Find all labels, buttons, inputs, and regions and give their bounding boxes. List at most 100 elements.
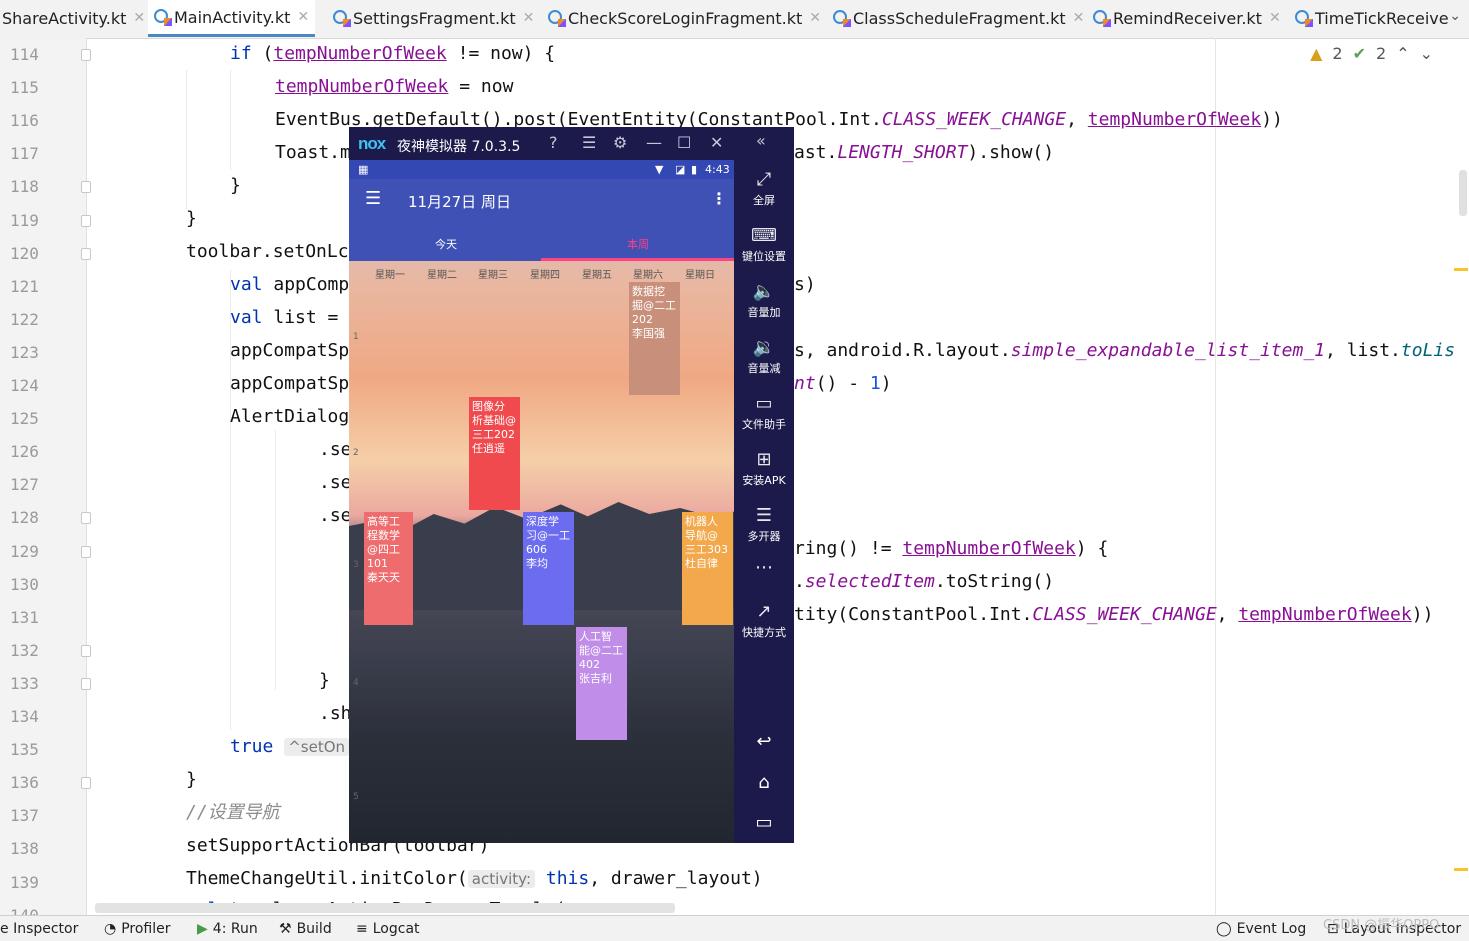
fold-marker-icon[interactable] <box>81 677 91 690</box>
menu-icon[interactable]: ☰ <box>582 133 596 152</box>
tool-database-inspector[interactable]: e Inspector <box>0 921 78 937</box>
close-icon[interactable]: ✕ <box>1269 10 1281 26</box>
chevron-down-icon[interactable]: ⌄ <box>1449 8 1461 24</box>
fold-marker-icon[interactable] <box>81 214 91 227</box>
tab-share-activity[interactable]: ShareActivity.kt ✕ <box>2 0 145 36</box>
course-card[interactable]: 图像分 析基础@ 三工202 任逍遥 <box>469 397 520 510</box>
sidebar-item-shortcut[interactable]: ↗ 快捷方式 <box>734 601 794 640</box>
tab-time-tick-receiver[interactable]: TimeTickReceive <box>1295 0 1449 36</box>
nox-emulator-window[interactable]: nox 夜神模拟器 7.0.3.5 ? ☰ ⚙ — ☐ ✕ « ⤢ 全屏 ⌨ 键位设… <box>349 127 794 843</box>
tool-logcat[interactable]: ≡ Logcat <box>356 921 420 937</box>
inspections-widget[interactable]: ▲ 2 ✔ 2 ⌃ ⌄ <box>1310 44 1433 63</box>
sidebar-item-file-helper[interactable]: ▭ 文件助手 <box>734 393 794 432</box>
fold-marker-icon[interactable] <box>81 644 91 657</box>
close-icon[interactable]: ✕ <box>133 10 145 26</box>
android-screen[interactable]: ▦ ▼ ◪ ▮ 4:43 ☰ 11月27日 周日 ⋮ 今天 本周 星期一 星期二… <box>349 160 734 843</box>
code-line-124-left[interactable]: appCompatSp <box>230 373 349 395</box>
tab-remind-receiver[interactable]: RemindReceiver.kt ✕ <box>1093 0 1281 36</box>
code-line-121-right[interactable]: s) <box>794 274 816 296</box>
code-line-129[interactable]: ring() != tempNumberOfWeek) { <box>794 538 1108 560</box>
home-icon[interactable]: ⌂ <box>734 772 794 793</box>
code-line-135[interactable]: true ^setOn <box>230 736 350 758</box>
vertical-scrollbar-thumb[interactable] <box>1459 170 1467 216</box>
recent-apps-icon[interactable]: ▭ <box>734 812 794 833</box>
sidebar-item-more[interactable]: ⋯ <box>734 557 794 580</box>
help-icon[interactable]: ? <box>549 133 558 152</box>
sidebar-item-volume-up[interactable]: 🔈 音量加 <box>734 281 794 320</box>
period-number: 1 <box>353 332 359 342</box>
fold-marker-icon[interactable] <box>81 512 91 525</box>
horizontal-scrollbar-thumb[interactable] <box>95 903 675 913</box>
code-line-115[interactable]: tempNumberOfWeek = now <box>275 76 513 98</box>
line-number: 134 <box>10 707 39 726</box>
maximize-icon[interactable]: ☐ <box>677 133 691 152</box>
code-line-139[interactable]: ThemeChangeUtil.initColor(activity: this… <box>186 868 763 890</box>
course-card[interactable]: 人工智 能@二工 402 张吉利 <box>576 627 627 740</box>
tab-settings-fragment[interactable]: SettingsFragment.kt ✕ <box>333 0 534 36</box>
tab-today[interactable]: 今天 <box>435 236 457 252</box>
code-line-130[interactable]: .selectedItem.toString() <box>794 571 1054 593</box>
code-line-133[interactable]: } <box>319 670 330 692</box>
tool-event-log[interactable]: ◯ Event Log <box>1216 921 1306 937</box>
code-line-119[interactable]: } <box>186 208 197 230</box>
tab-class-schedule-fragment[interactable]: ClassScheduleFragment.kt ✕ <box>833 0 1084 36</box>
minimize-icon[interactable]: — <box>646 133 662 152</box>
code-line-121-left[interactable]: val appComp <box>230 274 349 296</box>
fold-marker-icon[interactable] <box>81 777 91 790</box>
kotlin-file-icon <box>1295 10 1313 27</box>
code-line-126[interactable]: .se <box>319 439 352 461</box>
tool-build[interactable]: ⚒ Build <box>279 921 332 937</box>
code-line-128[interactable]: .se <box>319 505 352 527</box>
course-card[interactable]: 机器人 导航@ 三工303 杜自律 <box>682 512 733 625</box>
fold-marker-icon[interactable] <box>81 247 91 260</box>
sidebar-item-multi-open[interactable]: ☰ 多开器 <box>734 505 794 544</box>
chevron-down-icon[interactable]: ⌄ <box>1420 44 1433 63</box>
code-line-123-left[interactable]: appCompatSp <box>230 340 349 362</box>
tab-this-week[interactable]: 本周 <box>627 236 649 252</box>
tab-main-activity[interactable]: MainActivity.kt ✕ <box>148 0 316 37</box>
course-card[interactable]: 数据挖 掘@二工 202 李国强 <box>629 282 680 395</box>
code-line-134[interactable]: .sh <box>319 703 352 725</box>
fold-marker-icon[interactable] <box>81 181 91 194</box>
code-line-136[interactable]: } <box>186 769 197 791</box>
sidebar-item-volume-down[interactable]: 🔉 音量减 <box>734 337 794 376</box>
close-icon[interactable]: ✕ <box>809 10 821 26</box>
gear-icon[interactable]: ⚙ <box>613 133 627 152</box>
hamburger-menu-icon[interactable]: ☰ <box>365 188 381 209</box>
fold-marker-icon[interactable] <box>81 545 91 558</box>
back-icon[interactable]: ↩ <box>734 731 794 752</box>
code-line-137[interactable]: //设置导航 <box>186 802 280 824</box>
close-icon[interactable]: ✕ <box>297 9 309 25</box>
close-icon[interactable]: ✕ <box>1073 10 1085 26</box>
warning-stripe-marker[interactable] <box>1454 868 1468 871</box>
sidebar-item-fullscreen[interactable]: ⤢ 全屏 <box>734 169 794 208</box>
sidebar-item-install-apk[interactable]: ⊞ 安装APK <box>734 449 794 488</box>
code-line-117-left[interactable]: Toast.m <box>275 142 351 164</box>
fold-marker-icon[interactable] <box>81 49 91 61</box>
code-line-118[interactable]: } <box>230 175 241 197</box>
close-icon[interactable]: ✕ <box>523 10 535 26</box>
weekday-label: 星期一 <box>375 270 405 281</box>
warning-stripe-marker[interactable] <box>1454 268 1468 271</box>
line-number: 121 <box>10 276 39 296</box>
chevron-up-icon[interactable]: ⌃ <box>1396 44 1409 63</box>
code-line-117-right[interactable]: ast.LENGTH_SHORT).show() <box>794 142 1054 164</box>
code-line-131[interactable]: tity(ConstantPool.Int.CLASS_WEEK_CHANGE,… <box>794 604 1433 626</box>
tab-check-score-login-fragment[interactable]: CheckScoreLoginFragment.kt ✕ <box>548 0 821 36</box>
code-line-120[interactable]: toolbar.setOnLc <box>186 241 349 263</box>
collapse-sidebar-icon[interactable]: « <box>756 131 766 150</box>
overflow-menu-icon[interactable]: ⋮ <box>711 189 727 208</box>
code-line-124-right[interactable]: nt() - 1) <box>794 373 892 395</box>
code-line-125[interactable]: AlertDialog <box>230 406 349 428</box>
close-icon[interactable]: ✕ <box>710 133 723 152</box>
code-line-127[interactable]: .se <box>319 472 352 494</box>
code-line-114[interactable]: if (tempNumberOfWeek != now) { <box>230 43 555 65</box>
code-line-122[interactable]: val list = <box>230 307 338 329</box>
tool-profiler[interactable]: ◔ Profiler <box>104 921 171 937</box>
course-card[interactable]: 深度学 习@一工 606 李均 <box>523 512 574 625</box>
sidebar-item-keymap[interactable]: ⌨ 键位设置 <box>734 225 794 264</box>
code-line-123-right[interactable]: s, android.R.layout.simple_expandable_li… <box>794 340 1455 362</box>
tool-run[interactable]: ▶ 4: Run <box>197 921 258 937</box>
course-card[interactable]: 高等工 程数学 @四工 101 秦天天 <box>364 512 413 625</box>
emulator-title-bar[interactable]: nox 夜神模拟器 7.0.3.5 ? ☰ ⚙ — ☐ ✕ <box>349 127 734 160</box>
